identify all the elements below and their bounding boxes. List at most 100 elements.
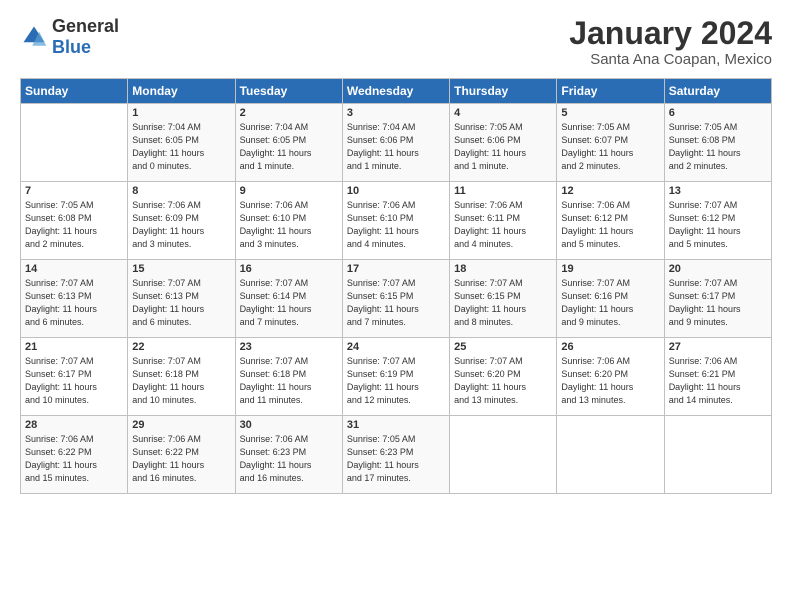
col-saturday: Saturday (664, 79, 771, 104)
calendar-cell: 20 Sunrise: 7:07 AMSunset: 6:17 PMDayligh… (664, 260, 771, 338)
calendar-cell: 31 Sunrise: 7:05 AMSunset: 6:23 PMDayligh… (342, 416, 449, 494)
calendar-cell: 9 Sunrise: 7:06 AMSunset: 6:10 PMDaylight… (235, 182, 342, 260)
day-info: Sunrise: 7:04 AMSunset: 6:06 PMDaylight:… (347, 121, 445, 173)
calendar-cell: 2Sunrise: 7:04 AMSunset: 6:05 PMDaylight… (235, 104, 342, 182)
calendar-cell (664, 416, 771, 494)
day-number: 5 (561, 107, 659, 119)
day-info: Sunrise: 7:07 AMSunset: 6:15 PMDaylight:… (347, 277, 445, 329)
main-title: January 2024 (569, 16, 772, 51)
calendar-cell: 16 Sunrise: 7:07 AMSunset: 6:14 PMDayligh… (235, 260, 342, 338)
day-number: 4 (454, 107, 552, 119)
day-number: 13 (669, 185, 767, 197)
day-info: Sunrise: 7:07 AMSunset: 6:17 PMDaylight:… (669, 277, 767, 329)
calendar-cell: 24 Sunrise: 7:07 AMSunset: 6:19 PMDayligh… (342, 338, 449, 416)
day-number: 8 (132, 185, 230, 197)
day-info: Sunrise: 7:06 AMSunset: 6:20 PMDaylight:… (561, 355, 659, 407)
day-info: Sunrise: 7:06 AMSunset: 6:23 PMDaylight:… (240, 433, 338, 485)
day-number: 31 (347, 419, 445, 431)
col-thursday: Thursday (450, 79, 557, 104)
day-info: Sunrise: 7:06 AMSunset: 6:10 PMDaylight:… (347, 199, 445, 251)
calendar-cell: 30Sunrise: 7:06 AMSunset: 6:23 PMDayligh… (235, 416, 342, 494)
day-number: 20 (669, 263, 767, 275)
calendar-cell: 14 Sunrise: 7:07 AMSunset: 6:13 PMDayligh… (21, 260, 128, 338)
day-number: 7 (25, 185, 123, 197)
day-number: 29 (132, 419, 230, 431)
day-number: 16 (240, 263, 338, 275)
day-info: Sunrise: 7:06 AMSunset: 6:21 PMDaylight:… (669, 355, 767, 407)
header: General Blue January 2024 Santa Ana Coap… (20, 16, 772, 68)
calendar-week-0: 1Sunrise: 7:04 AMSunset: 6:05 PMDaylight… (21, 104, 772, 182)
day-number: 24 (347, 341, 445, 353)
subtitle: Santa Ana Coapan, Mexico (569, 51, 772, 68)
day-info: Sunrise: 7:07 AMSunset: 6:16 PMDaylight:… (561, 277, 659, 329)
calendar-cell: 5 Sunrise: 7:05 AMSunset: 6:07 PMDaylight… (557, 104, 664, 182)
calendar-cell: 25Sunrise: 7:07 AMSunset: 6:20 PMDayligh… (450, 338, 557, 416)
logo-general: General (52, 16, 119, 36)
calendar-cell: 6Sunrise: 7:05 AMSunset: 6:08 PMDaylight… (664, 104, 771, 182)
day-number: 19 (561, 263, 659, 275)
day-number: 21 (25, 341, 123, 353)
calendar-cell: 29 Sunrise: 7:06 AMSunset: 6:22 PMDayligh… (128, 416, 235, 494)
page: General Blue January 2024 Santa Ana Coap… (0, 0, 792, 612)
day-info: Sunrise: 7:06 AMSunset: 6:12 PMDaylight:… (561, 199, 659, 251)
day-number: 23 (240, 341, 338, 353)
calendar-header-row: Sunday Monday Tuesday Wednesday Thursday… (21, 79, 772, 104)
calendar-cell: 8 Sunrise: 7:06 AMSunset: 6:09 PMDaylight… (128, 182, 235, 260)
calendar-cell: 21 Sunrise: 7:07 AMSunset: 6:17 PMDayligh… (21, 338, 128, 416)
day-number: 18 (454, 263, 552, 275)
calendar-cell: 23 Sunrise: 7:07 AMSunset: 6:18 PMDayligh… (235, 338, 342, 416)
day-info: Sunrise: 7:05 AMSunset: 6:23 PMDaylight:… (347, 433, 445, 485)
calendar-cell: 11 Sunrise: 7:06 AMSunset: 6:11 PMDayligh… (450, 182, 557, 260)
day-info: Sunrise: 7:05 AMSunset: 6:07 PMDaylight:… (561, 121, 659, 173)
calendar-cell: 1Sunrise: 7:04 AMSunset: 6:05 PMDaylight… (128, 104, 235, 182)
day-number: 26 (561, 341, 659, 353)
calendar-cell: 26 Sunrise: 7:06 AMSunset: 6:20 PMDayligh… (557, 338, 664, 416)
logo-icon (20, 23, 48, 51)
logo: General Blue (20, 16, 119, 58)
day-info: Sunrise: 7:07 AMSunset: 6:19 PMDaylight:… (347, 355, 445, 407)
calendar-cell (21, 104, 128, 182)
day-info: Sunrise: 7:06 AMSunset: 6:11 PMDaylight:… (454, 199, 552, 251)
day-info: Sunrise: 7:07 AMSunset: 6:13 PMDaylight:… (25, 277, 123, 329)
calendar-cell: 28Sunrise: 7:06 AMSunset: 6:22 PMDayligh… (21, 416, 128, 494)
day-info: Sunrise: 7:06 AMSunset: 6:22 PMDaylight:… (132, 433, 230, 485)
calendar-week-3: 21 Sunrise: 7:07 AMSunset: 6:17 PMDayligh… (21, 338, 772, 416)
calendar-cell: 18 Sunrise: 7:07 AMSunset: 6:15 PMDayligh… (450, 260, 557, 338)
day-number: 3 (347, 107, 445, 119)
logo-blue: Blue (52, 37, 91, 57)
calendar-cell: 12Sunrise: 7:06 AMSunset: 6:12 PMDayligh… (557, 182, 664, 260)
title-block: January 2024 Santa Ana Coapan, Mexico (569, 16, 772, 68)
day-info: Sunrise: 7:05 AMSunset: 6:08 PMDaylight:… (25, 199, 123, 251)
day-number: 17 (347, 263, 445, 275)
col-sunday: Sunday (21, 79, 128, 104)
day-info: Sunrise: 7:06 AMSunset: 6:09 PMDaylight:… (132, 199, 230, 251)
day-number: 22 (132, 341, 230, 353)
calendar-week-4: 28 Sunrise: 7:06 AMSunset: 6:22 PMDayligh… (21, 416, 772, 494)
calendar-week-1: 7 Sunrise: 7:05 AMSunset: 6:08 PMDaylight… (21, 182, 772, 260)
calendar-cell: 17 Sunrise: 7:07 AMSunset: 6:15 PMDayligh… (342, 260, 449, 338)
day-info: Sunrise: 7:07 AMSunset: 6:17 PMDaylight:… (25, 355, 123, 407)
day-info: Sunrise: 7:07 AMSunset: 6:13 PMDaylight:… (132, 277, 230, 329)
day-info: Sunrise: 7:07 AMSunset: 6:15 PMDaylight:… (454, 277, 552, 329)
calendar-cell: 4Sunrise: 7:05 AMSunset: 6:06 PMDaylight… (450, 104, 557, 182)
day-number: 11 (454, 185, 552, 197)
calendar-cell: 13Sunrise: 7:07 AMSunset: 6:12 PMDayligh… (664, 182, 771, 260)
day-number: 14 (25, 263, 123, 275)
col-wednesday: Wednesday (342, 79, 449, 104)
day-info: Sunrise: 7:06 AMSunset: 6:10 PMDaylight:… (240, 199, 338, 251)
day-number: 15 (132, 263, 230, 275)
day-info: Sunrise: 7:07 AMSunset: 6:18 PMDaylight:… (240, 355, 338, 407)
day-number: 9 (240, 185, 338, 197)
calendar-cell: 7 Sunrise: 7:05 AMSunset: 6:08 PMDaylight… (21, 182, 128, 260)
day-info: Sunrise: 7:07 AMSunset: 6:14 PMDaylight:… (240, 277, 338, 329)
day-number: 25 (454, 341, 552, 353)
day-number: 27 (669, 341, 767, 353)
calendar-cell: 10 Sunrise: 7:06 AMSunset: 6:10 PMDayligh… (342, 182, 449, 260)
calendar-cell: 15 Sunrise: 7:07 AMSunset: 6:13 PMDayligh… (128, 260, 235, 338)
day-number: 6 (669, 107, 767, 119)
day-number: 10 (347, 185, 445, 197)
calendar-table: Sunday Monday Tuesday Wednesday Thursday… (20, 78, 772, 494)
day-number: 1 (132, 107, 230, 119)
day-number: 28 (25, 419, 123, 431)
calendar-cell (450, 416, 557, 494)
